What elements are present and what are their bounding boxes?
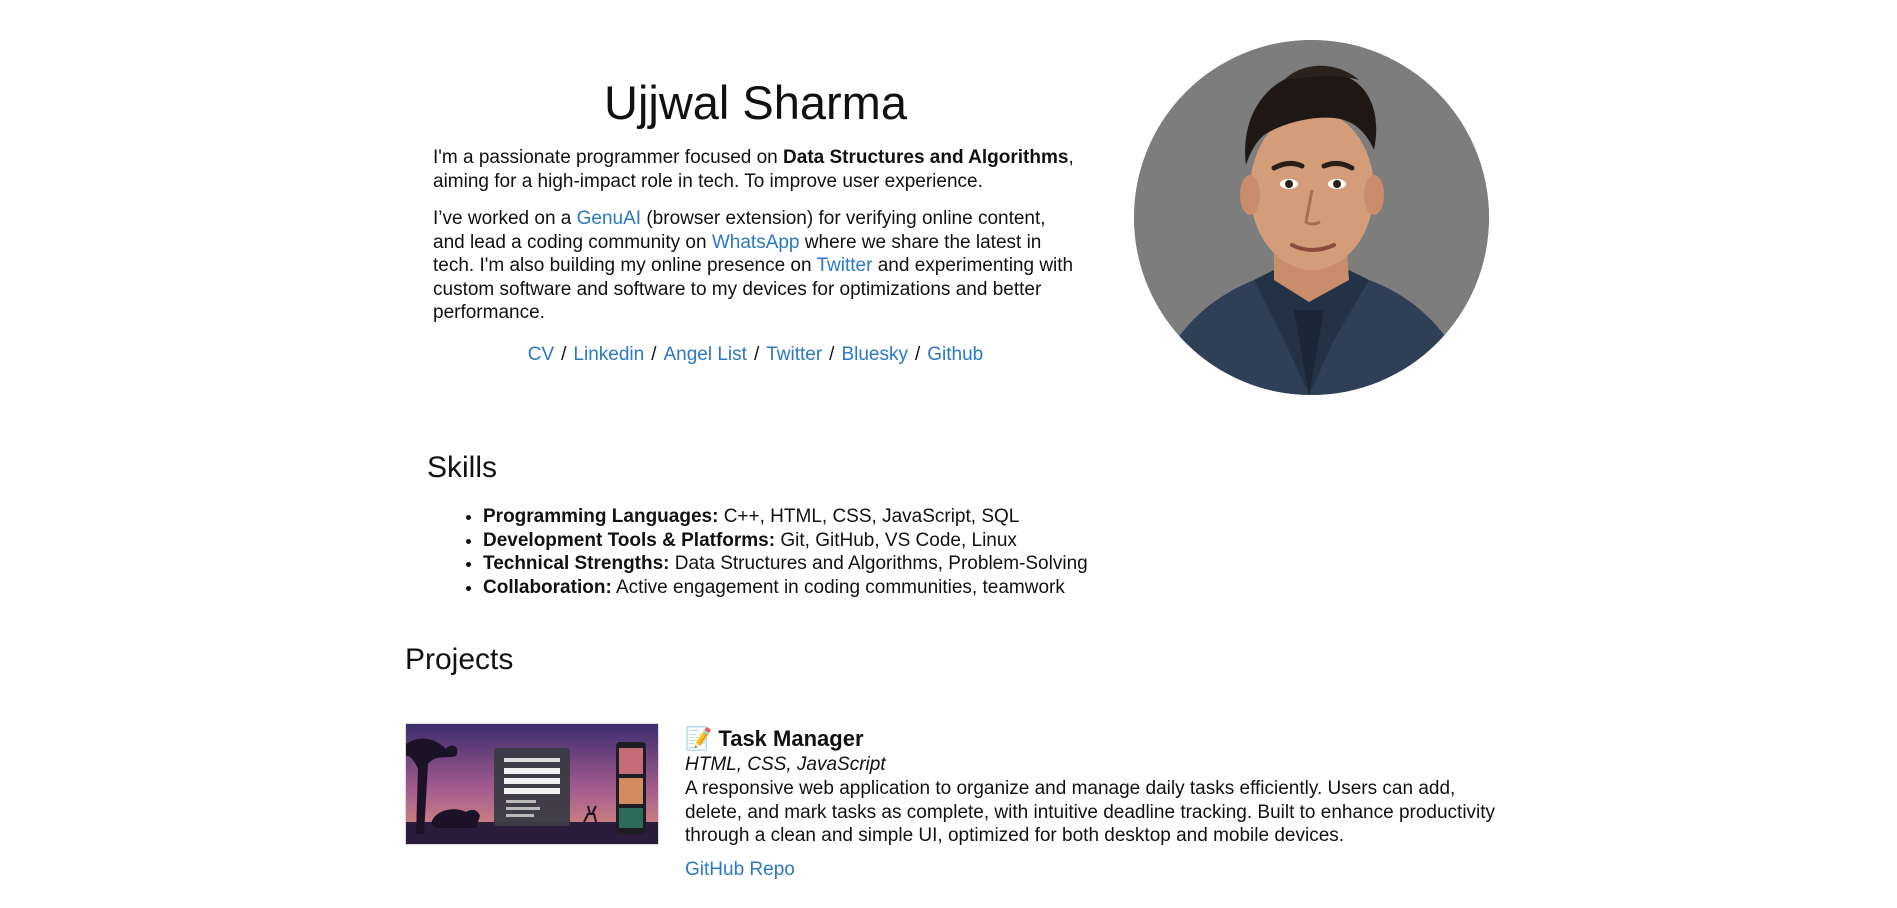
twitter-inline-link[interactable]: Twitter: [817, 255, 873, 276]
portfolio-page: Ujjwal Sharma I'm a passionate programme…: [0, 0, 1897, 908]
project-title: 📝 Task Manager: [685, 724, 1515, 753]
bio-text: I'm a passionate programmer focused on: [433, 147, 784, 168]
whatsapp-link[interactable]: WhatsApp: [712, 232, 800, 253]
skill-value: Git, GitHub, VS Code, Linux: [775, 529, 1017, 551]
project-description: A responsive web application to organize…: [685, 778, 1496, 846]
bio-emphasis: Data Structures and Algorithms: [783, 147, 1069, 168]
skill-value: Active engagement in coding communities,…: [611, 576, 1065, 598]
skill-value: C++, HTML, CSS, JavaScript, SQL: [718, 506, 1020, 527]
link-separator: /: [561, 343, 567, 365]
project-thumbnail[interactable]: [405, 723, 659, 845]
avatar: [1134, 40, 1489, 395]
page-title: Ujjwal Sharma: [604, 76, 907, 129]
projects-heading: Projects: [405, 643, 514, 676]
list-item: Collaboration: Active engagement in codi…: [483, 576, 1088, 600]
bio-paragraph-1: I'm a passionate programmer focused on D…: [433, 146, 1078, 193]
bio-text: I’ve worked on a: [433, 208, 577, 229]
hero-section: Ujjwal Sharma I'm a passionate programme…: [433, 70, 1078, 367]
skill-label: Programming Languages:: [483, 506, 719, 527]
skill-label: Technical Strengths:: [483, 553, 670, 574]
skill-label: Development Tools & Platforms:: [483, 529, 776, 551]
skills-list: Programming Languages: C++, HTML, CSS, J…: [453, 505, 1088, 599]
project-name: Task Manager: [718, 726, 864, 751]
list-item: Development Tools & Platforms: Git, GitH…: [483, 529, 1088, 553]
link-separator: /: [753, 343, 760, 365]
github-repo-link[interactable]: GitHub Repo: [685, 858, 795, 882]
project-tech-stack: HTML, CSS, JavaScript: [685, 754, 886, 775]
project-card: 📝 Task Manager HTML, CSS, JavaScript A re…: [685, 724, 1515, 882]
link-separator: /: [829, 343, 835, 365]
skill-value: Data Structures and Algorithms, Problem-…: [669, 553, 1088, 574]
bio-paragraph-2: I’ve worked on a GenuAI (browser extensi…: [433, 207, 1078, 325]
genuai-link[interactable]: GenuAI: [577, 208, 641, 229]
bio: I'm a passionate programmer focused on D…: [433, 146, 1078, 325]
list-item: Programming Languages: C++, HTML, CSS, J…: [483, 505, 1088, 529]
skills-heading: Skills: [427, 451, 498, 484]
list-item: Technical Strengths: Data Structures and…: [483, 552, 1088, 576]
linkedin-link[interactable]: Linkedin: [573, 344, 644, 365]
twitter-link[interactable]: Twitter: [766, 344, 822, 365]
task-manager-screenshot: [406, 724, 658, 844]
cv-link[interactable]: CV: [528, 344, 554, 365]
memo-icon: 📝: [685, 726, 713, 751]
skill-label: Collaboration:: [483, 576, 612, 598]
angellist-link[interactable]: Angel List: [663, 344, 746, 365]
bluesky-link[interactable]: Bluesky: [841, 344, 908, 365]
profile-photo: [1134, 40, 1489, 395]
social-links: CV / Linkedin / Angel List / Twitter / Bluesky / G…: [433, 343, 1078, 367]
github-link[interactable]: Github: [927, 344, 983, 365]
link-separator: /: [651, 343, 657, 365]
link-separator: /: [914, 343, 921, 365]
